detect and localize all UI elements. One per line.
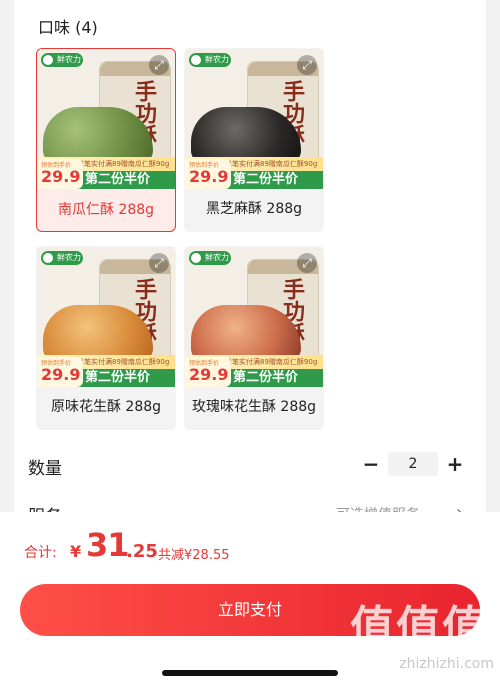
quantity-label: 数量 <box>28 459 62 479</box>
brand-logo: 鲜农力 <box>189 53 231 67</box>
expand-icon[interactable]: ⤢ <box>149 55 169 75</box>
site-watermark: 值值值 zhizhizhi.com <box>348 604 494 674</box>
flavor-sheet: 口味 (4) 手功酥 鲜农力 ⤢ 单笔实付满89赠南瓜仁酥90g 第二份半价 预… <box>14 0 486 520</box>
home-indicator[interactable] <box>162 670 338 676</box>
quantity-row: 数量 − 2 + <box>28 452 468 479</box>
flavor-option-label: 原味花生酥 288g <box>50 399 162 415</box>
currency-symbol: ¥ <box>70 542 82 561</box>
product-image: 手功酥 鲜农力 ⤢ 单笔实付满89赠南瓜仁酥90g 第二份半价 预估到手价 29.… <box>37 49 175 189</box>
expand-icon[interactable]: ⤢ <box>297 253 317 273</box>
brand-logo: 鲜农力 <box>189 251 231 265</box>
flavor-option-black-sesame[interactable]: 手功酥 鲜农力 ⤢ 单笔实付满89赠南瓜仁酥90g 第二份半价 预估到手价 29.… <box>184 48 324 232</box>
watermark-url: zhizhizhi.com <box>399 656 494 672</box>
expand-icon[interactable]: ⤢ <box>149 253 169 273</box>
price-tag: 预估到手价 29.9 <box>37 357 83 387</box>
quantity-input[interactable]: 2 <box>388 452 438 476</box>
price-tag: 预估到手价 29.9 <box>185 159 231 189</box>
flavor-option-label: 南瓜仁酥 288g <box>57 202 155 218</box>
brand-logo: 鲜农力 <box>41 251 83 265</box>
total-integer: 31 <box>86 526 130 564</box>
price-tag: 预估到手价 29.9 <box>37 159 83 189</box>
quantity-decrement-button[interactable]: − <box>360 452 382 476</box>
expand-icon[interactable]: ⤢ <box>297 55 317 75</box>
flavor-option-label: 玫瑰味花生酥 288g <box>191 399 317 415</box>
total-decimal: .25 <box>126 541 158 562</box>
product-image: 手功酥 鲜农力 ⤢ 单笔实付满89赠南瓜仁酥90g 第二份半价 预估到手价 29.… <box>185 49 323 189</box>
flavor-option-pumpkin[interactable]: 手功酥 鲜农力 ⤢ 单笔实付满89赠南瓜仁酥90g 第二份半价 预估到手价 29.… <box>36 48 176 232</box>
flavor-option-rose-peanut[interactable]: 手功酥 鲜农力 ⤢ 单笔实付满89赠南瓜仁酥90g 第二份半价 预估到手价 29.… <box>184 246 324 430</box>
checkout-bar: 合计: ¥ 31 .25 共减¥28.55 立即支付 值值值 zhizhizhi… <box>0 512 500 688</box>
watermark-logo: 值值值 <box>350 602 488 653</box>
product-image: 手功酥 鲜农力 ⤢ 单笔实付满89赠南瓜仁酥90g 第二份半价 预估到手价 29.… <box>185 247 323 387</box>
total-label: 合计: <box>24 545 57 561</box>
flavor-option-label: 黑芝麻酥 288g <box>205 201 303 217</box>
price-tag: 预估到手价 29.9 <box>185 357 231 387</box>
flavor-section-title: 口味 (4) <box>38 18 98 37</box>
product-image: 手功酥 鲜农力 ⤢ 单笔实付满89赠南瓜仁酥90g 第二份半价 预估到手价 29.… <box>37 247 175 387</box>
quantity-increment-button[interactable]: + <box>444 452 466 476</box>
brand-logo: 鲜农力 <box>41 53 83 67</box>
savings-text: 共减¥28.55 <box>158 548 230 563</box>
flavor-option-original-peanut[interactable]: 手功酥 鲜农力 ⤢ 单笔实付满89赠南瓜仁酥90g 第二份半价 预估到手价 29.… <box>36 246 176 430</box>
